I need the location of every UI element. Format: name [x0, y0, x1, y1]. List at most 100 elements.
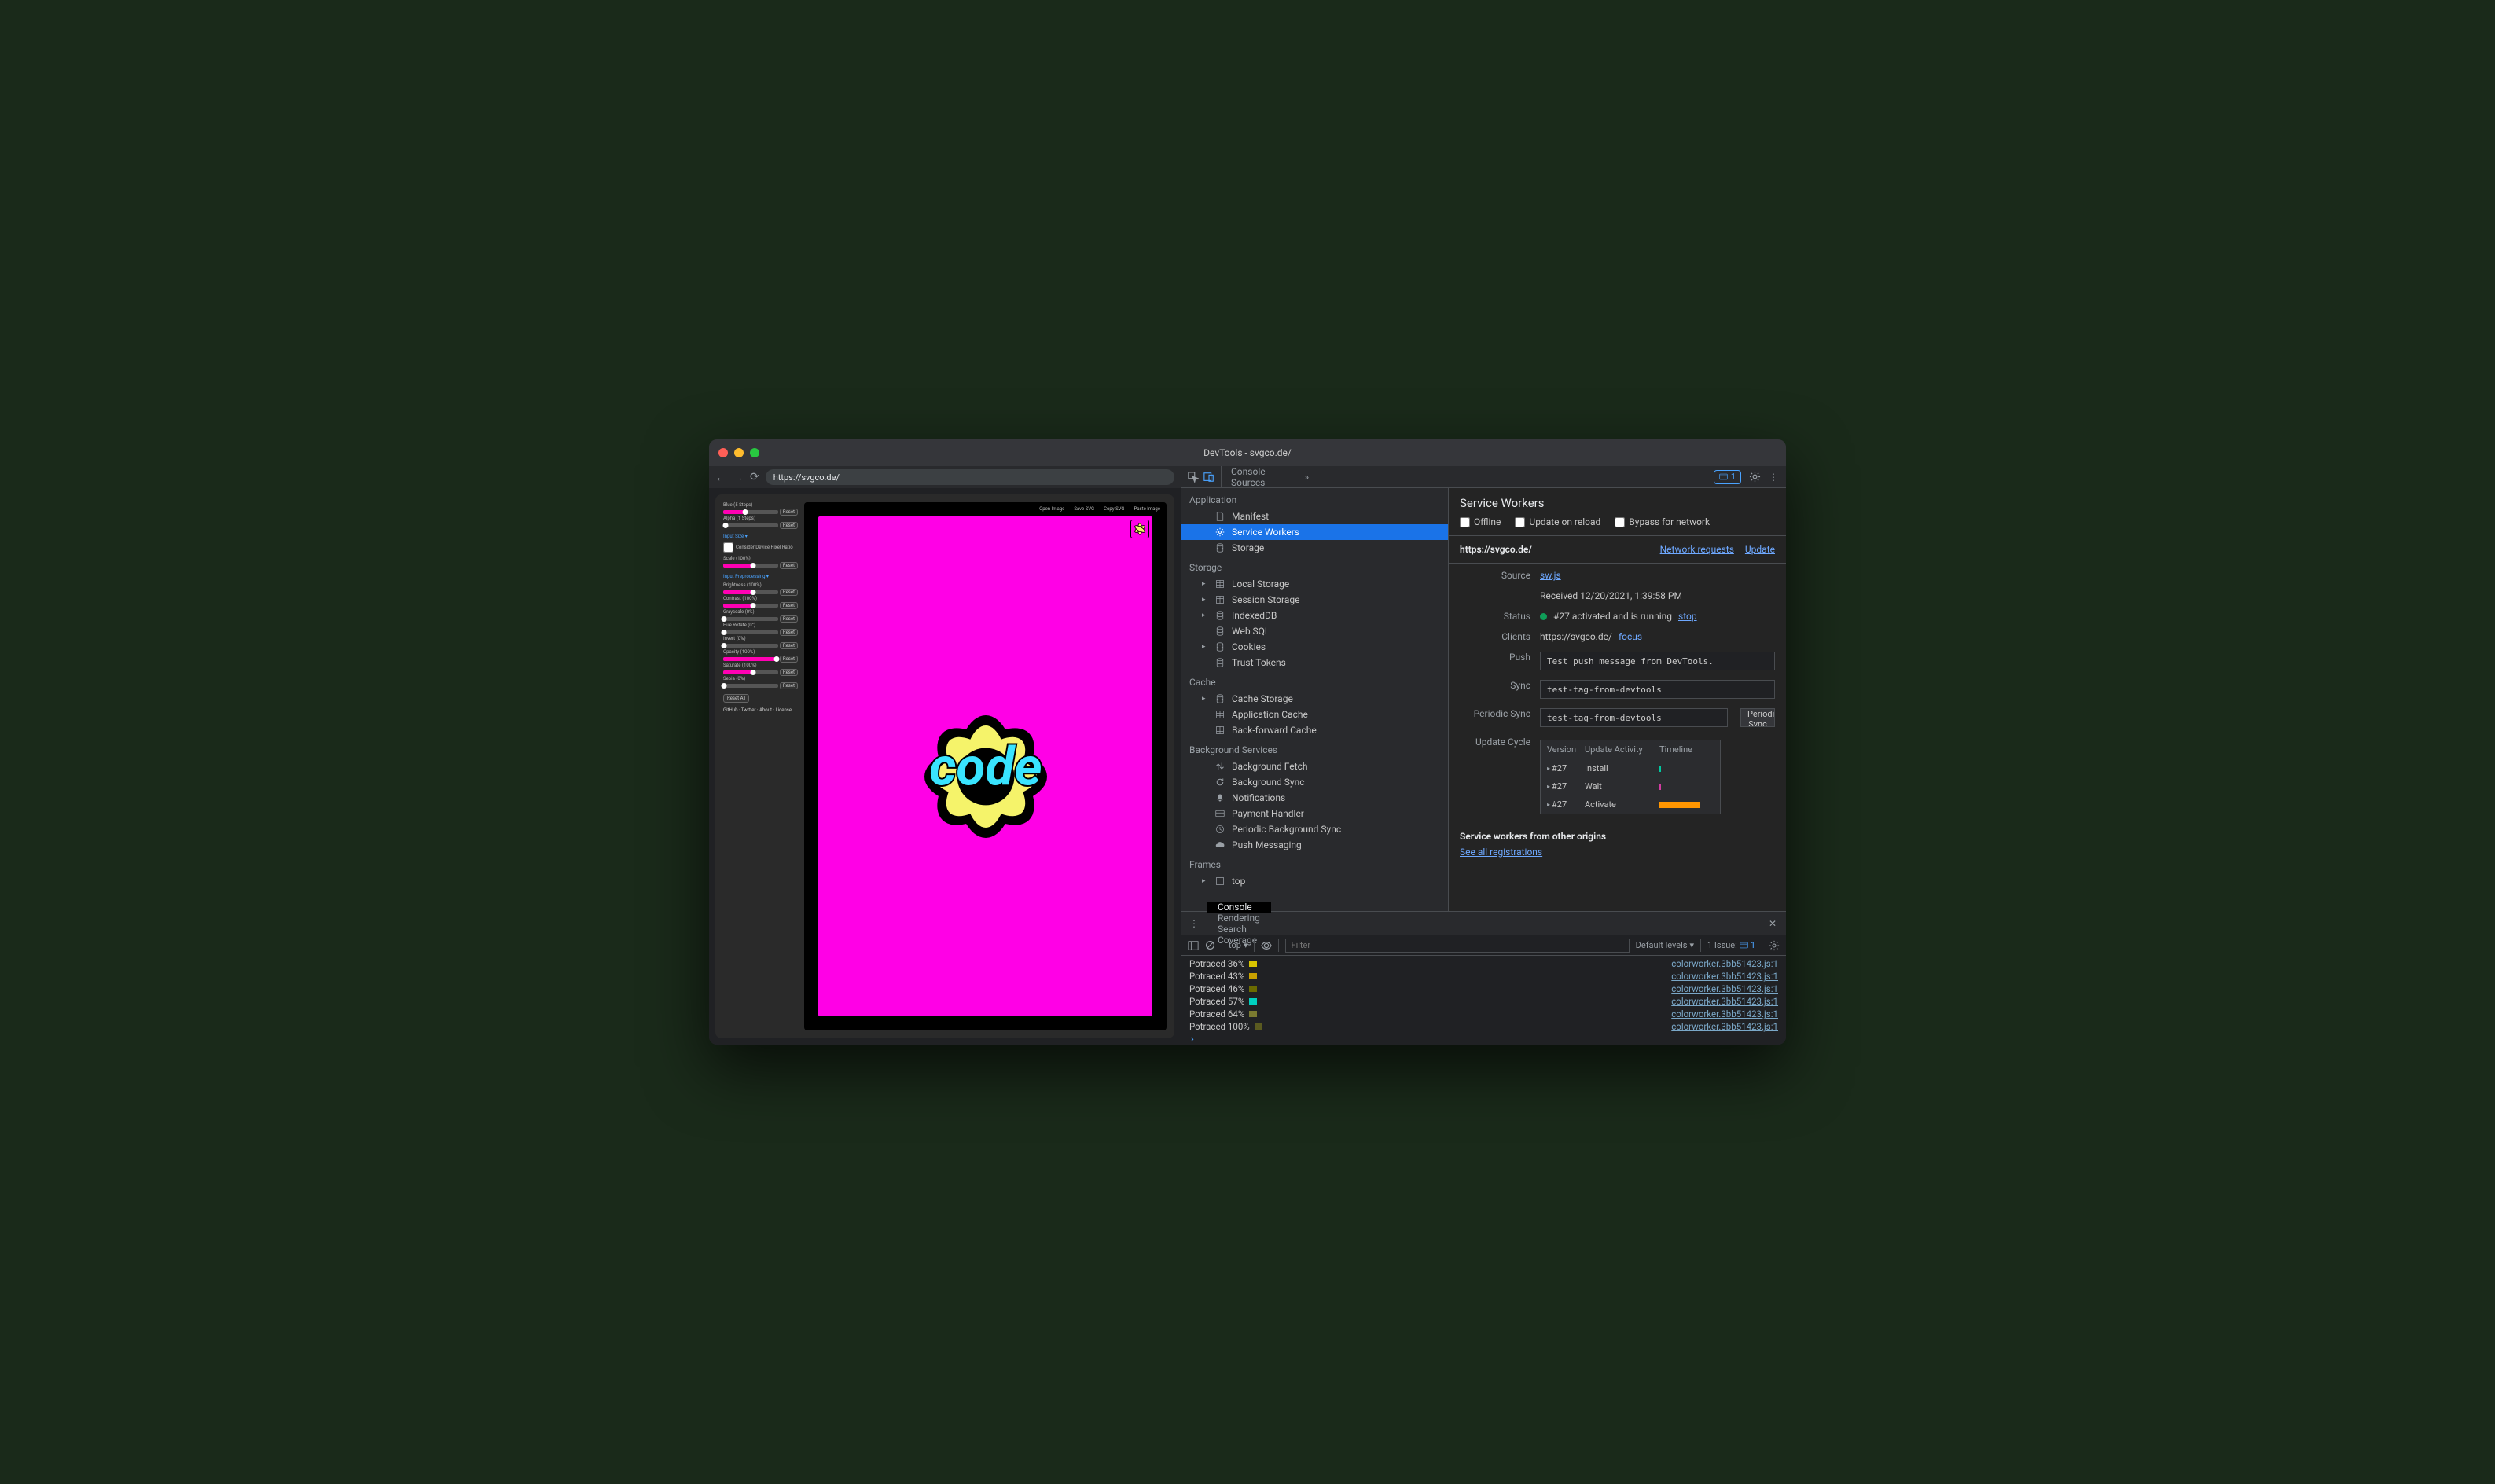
nav-item-background-fetch[interactable]: Background Fetch: [1181, 759, 1448, 774]
url-input[interactable]: [766, 469, 1174, 485]
close-window-button[interactable]: [718, 448, 728, 457]
psync-input[interactable]: [1540, 708, 1728, 727]
reset-button[interactable]: Reset: [780, 602, 798, 609]
nav-item-indexeddb[interactable]: ▸IndexedDB: [1181, 608, 1448, 623]
slider-track[interactable]: [723, 670, 778, 674]
console-issues-badge[interactable]: 1 Issue: 1: [1707, 940, 1755, 950]
console-settings-icon[interactable]: [1769, 940, 1780, 951]
console-prompt[interactable]: ›: [1181, 1034, 1786, 1045]
nav-item-background-sync[interactable]: Background Sync: [1181, 774, 1448, 790]
slider-track[interactable]: [723, 564, 778, 568]
reset-button[interactable]: Reset: [780, 509, 798, 516]
nav-item-web-sql[interactable]: Web SQL: [1181, 623, 1448, 639]
update-link[interactable]: Update: [1745, 544, 1775, 555]
dpr-checkbox[interactable]: Consider Device Pixel Ratio: [723, 542, 798, 553]
nav-item-push-messaging[interactable]: Push Messaging: [1181, 837, 1448, 853]
slider-track[interactable]: [723, 684, 778, 688]
drawer-tab-rendering[interactable]: Rendering: [1207, 913, 1271, 924]
maximize-window-button[interactable]: [750, 448, 759, 457]
nav-item-cookies[interactable]: ▸Cookies: [1181, 639, 1448, 655]
nav-item-trust-tokens[interactable]: Trust Tokens: [1181, 655, 1448, 670]
source-link[interactable]: colorworker.3bb51423.js:1: [1671, 1008, 1778, 1019]
push-input[interactable]: [1540, 652, 1775, 670]
device-toolbar-icon[interactable]: [1203, 472, 1214, 483]
drawer-tab-console[interactable]: Console: [1207, 902, 1271, 913]
slider-track[interactable]: [723, 523, 778, 527]
back-icon[interactable]: ←: [715, 471, 726, 484]
clear-console-icon[interactable]: [1205, 940, 1215, 950]
nav-item-storage[interactable]: Storage: [1181, 540, 1448, 556]
nav-item-top[interactable]: ▸top: [1181, 873, 1448, 889]
bypass-network-checkbox[interactable]: Bypass for network: [1615, 516, 1710, 527]
console-filter-input[interactable]: [1285, 939, 1629, 953]
inspect-icon[interactable]: [1188, 472, 1199, 483]
focus-link[interactable]: focus: [1619, 631, 1642, 642]
sync-input[interactable]: [1540, 680, 1775, 699]
section-input-size[interactable]: Input Size ▾: [723, 534, 798, 539]
source-link[interactable]: colorworker.3bb51423.js:1: [1671, 971, 1778, 982]
live-expression-icon[interactable]: [1261, 940, 1272, 951]
settings-icon[interactable]: [1749, 471, 1761, 483]
console-sidebar-icon[interactable]: [1188, 940, 1199, 951]
reset-button[interactable]: Reset: [780, 682, 798, 689]
tab-console[interactable]: Console: [1222, 466, 1295, 477]
nav-item-payment-handler[interactable]: Payment Handler: [1181, 806, 1448, 821]
drawer-menu-icon[interactable]: ⋮: [1181, 918, 1207, 929]
source-link[interactable]: colorworker.3bb51423.js:1: [1671, 958, 1778, 969]
reset-button[interactable]: Reset: [780, 589, 798, 596]
open-image-button[interactable]: Open Image: [1039, 506, 1064, 512]
minimize-window-button[interactable]: [734, 448, 744, 457]
reset-button[interactable]: Reset: [780, 656, 798, 663]
see-all-registrations-link[interactable]: See all registrations: [1460, 847, 1775, 858]
slider-track[interactable]: [723, 617, 778, 621]
slider-track[interactable]: [723, 590, 778, 594]
source-link[interactable]: colorworker.3bb51423.js:1: [1671, 996, 1778, 1007]
reset-button[interactable]: Reset: [780, 669, 798, 676]
nav-item-periodic-background-sync[interactable]: Periodic Background Sync: [1181, 821, 1448, 837]
sw-source-link[interactable]: sw.js: [1540, 570, 1561, 581]
nav-item-back-forward-cache[interactable]: Back-forward Cache: [1181, 722, 1448, 738]
stop-link[interactable]: stop: [1678, 611, 1697, 622]
nav-item-local-storage[interactable]: ▸Local Storage: [1181, 576, 1448, 592]
log-levels-selector[interactable]: Default levels ▾: [1636, 940, 1694, 950]
nav-item-cache-storage[interactable]: ▸Cache Storage: [1181, 691, 1448, 707]
slider-track[interactable]: [723, 644, 778, 648]
tab-sources[interactable]: Sources: [1222, 477, 1295, 488]
context-selector[interactable]: top ▾: [1229, 940, 1248, 950]
slider-track[interactable]: [723, 657, 778, 661]
copy-svg-button[interactable]: Copy SVG: [1104, 506, 1124, 512]
nav-item-application-cache[interactable]: Application Cache: [1181, 707, 1448, 722]
nav-item-session-storage[interactable]: ▸Session Storage: [1181, 592, 1448, 608]
offline-checkbox[interactable]: Offline: [1460, 516, 1501, 527]
network-requests-link[interactable]: Network requests: [1660, 544, 1734, 555]
reset-button[interactable]: Reset: [780, 522, 798, 529]
source-link[interactable]: colorworker.3bb51423.js:1: [1671, 1021, 1778, 1032]
update-on-reload-checkbox[interactable]: Update on reload: [1515, 516, 1600, 527]
psync-button[interactable]: Periodic Sync: [1740, 708, 1775, 727]
kebab-menu-icon[interactable]: ⋮: [1769, 472, 1778, 483]
app-footer-links[interactable]: GitHub · Twitter · About · License: [723, 707, 798, 713]
reset-button[interactable]: Reset: [780, 629, 798, 636]
section-input-pre[interactable]: Input Preprocessing ▾: [723, 574, 798, 579]
slider-track[interactable]: [723, 604, 778, 608]
reload-icon[interactable]: ⟳: [750, 471, 759, 483]
console-output[interactable]: Potraced 36%colorworker.3bb51423.js:1Pot…: [1181, 956, 1786, 1034]
svg-canvas[interactable]: code: [818, 516, 1152, 1016]
drawer-tab-search[interactable]: Search: [1207, 924, 1271, 935]
paste-image-button[interactable]: Paste Image: [1134, 506, 1160, 512]
more-tabs-button[interactable]: »: [1295, 466, 1318, 487]
slider-track[interactable]: [723, 630, 778, 634]
reset-button[interactable]: Reset: [780, 642, 798, 649]
nav-item-manifest[interactable]: Manifest: [1181, 509, 1448, 524]
nav-item-notifications[interactable]: Notifications: [1181, 790, 1448, 806]
issues-badge[interactable]: 1: [1714, 470, 1741, 484]
forward-icon[interactable]: →: [733, 471, 744, 484]
source-link[interactable]: colorworker.3bb51423.js:1: [1671, 983, 1778, 994]
save-svg-button[interactable]: Save SVG: [1074, 506, 1094, 512]
nav-item-service-workers[interactable]: Service Workers: [1181, 524, 1448, 540]
reset-all-button[interactable]: Reset All: [723, 694, 749, 703]
drawer-close-icon[interactable]: ✕: [1759, 918, 1786, 929]
reset-button[interactable]: Reset: [780, 562, 798, 569]
slider-track[interactable]: [723, 510, 778, 514]
reset-button[interactable]: Reset: [780, 615, 798, 623]
